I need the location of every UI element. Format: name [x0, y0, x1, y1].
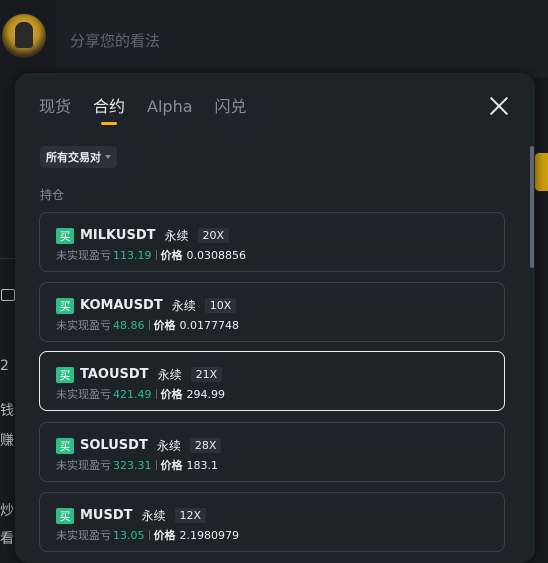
pnl-label: 未实现盈亏 [56, 459, 111, 472]
divider [155, 460, 157, 470]
contract-type: 永续 [157, 368, 182, 382]
tab-futures[interactable]: 合约 [93, 97, 125, 125]
price-value: 294.99 [186, 387, 226, 401]
symbol: MUSDT [80, 508, 133, 523]
symbol: KOMAUSDT [80, 298, 163, 313]
buy-badge: 买 [56, 437, 74, 454]
price-label: 价格 [160, 249, 183, 262]
pnl-value: 113.19 [113, 248, 152, 262]
buy-badge: 买 [56, 366, 74, 383]
feed-header: 分享您的看法 [0, 0, 548, 78]
price-value: 183.1 [186, 458, 219, 472]
active-tab-indicator [101, 122, 118, 125]
pnl-label: 未实现盈亏 [56, 319, 111, 332]
price-label: 价格 [160, 459, 183, 472]
pnl-value: 48.86 [113, 318, 145, 332]
pnl-value: 323.31 [113, 458, 152, 472]
leverage-badge: 10X [204, 298, 237, 313]
price-value: 0.0308856 [186, 248, 247, 262]
symbol: MILKUSDT [80, 228, 156, 243]
position-card[interactable]: 买 SOLUSDT 永续 28X 未实现盈亏 323.31 价格 183.1 [39, 422, 505, 482]
background-text: 钱 [0, 403, 14, 419]
image-icon[interactable] [1, 289, 15, 301]
pnl-value: 13.05 [113, 528, 145, 542]
market-tabs: 现货 合约 Alpha 闪兑 [39, 97, 247, 125]
tab-spot[interactable]: 现货 [39, 97, 71, 117]
symbol: TAOUSDT [80, 367, 149, 382]
divider [155, 389, 157, 399]
position-card[interactable]: 买 MUSDT 永续 12X 未实现盈亏 13.05 价格 2.1980979 [39, 492, 505, 552]
avatar[interactable] [2, 14, 46, 58]
position-card[interactable]: 买 KOMAUSDT 永续 10X 未实现盈亏 48.86 价格 0.0177748 [39, 282, 505, 342]
close-icon[interactable] [489, 96, 509, 116]
pair-filter-label: 所有交易对 [46, 151, 101, 164]
post-input[interactable]: 分享您的看法 [56, 0, 548, 78]
leverage-badge: 12X [174, 508, 207, 523]
pnl-label: 未实现盈亏 [56, 249, 111, 262]
contract-type: 永续 [156, 439, 181, 453]
scrollbar[interactable] [530, 146, 534, 268]
position-card[interactable]: 买 MILKUSDT 永续 20X 未实现盈亏 113.19 价格 0.0308856 [39, 212, 505, 272]
pnl-value: 421.49 [113, 387, 152, 401]
background-text: 炒 [0, 503, 14, 519]
post-placeholder: 分享您的看法 [70, 32, 161, 50]
price-label: 价格 [153, 319, 176, 332]
leverage-badge: 20X [197, 228, 230, 243]
buy-badge: 买 [56, 297, 74, 314]
leverage-badge: 21X [190, 367, 223, 382]
price-value: 0.0177748 [179, 318, 240, 332]
contract-type: 永续 [141, 509, 166, 523]
price-label: 价格 [160, 388, 183, 401]
contract-type: 永续 [171, 299, 196, 313]
background-text: 看 [0, 531, 14, 547]
caret-down-icon [105, 155, 111, 159]
symbol: SOLUSDT [80, 438, 148, 453]
position-card[interactable]: 买 TAOUSDT 永续 21X 未实现盈亏 421.49 价格 294.99 [39, 351, 505, 411]
section-title: 持仓 [40, 188, 65, 202]
divider [148, 320, 150, 330]
background-page-left [0, 78, 16, 552]
buy-badge: 买 [56, 227, 74, 244]
pnl-label: 未实现盈亏 [56, 529, 111, 542]
contract-type: 永续 [164, 229, 189, 243]
background-text: 2 [0, 358, 9, 374]
divider [155, 250, 157, 260]
background-text: 赚 [0, 433, 14, 449]
position-picker-panel: 现货 合约 Alpha 闪兑 所有交易对 持仓 买 MILKUSDT 永续 20X 未实… [15, 73, 535, 563]
divider [148, 530, 150, 540]
price-value: 2.1980979 [179, 528, 240, 542]
pair-filter-dropdown[interactable]: 所有交易对 [40, 146, 117, 168]
price-label: 价格 [153, 529, 176, 542]
pnl-label: 未实现盈亏 [56, 388, 111, 401]
tab-alpha[interactable]: Alpha [147, 97, 193, 117]
background-accent-button [535, 153, 548, 191]
tab-convert[interactable]: 闪兑 [215, 97, 247, 117]
leverage-badge: 28X [189, 438, 222, 453]
buy-badge: 买 [56, 507, 74, 524]
